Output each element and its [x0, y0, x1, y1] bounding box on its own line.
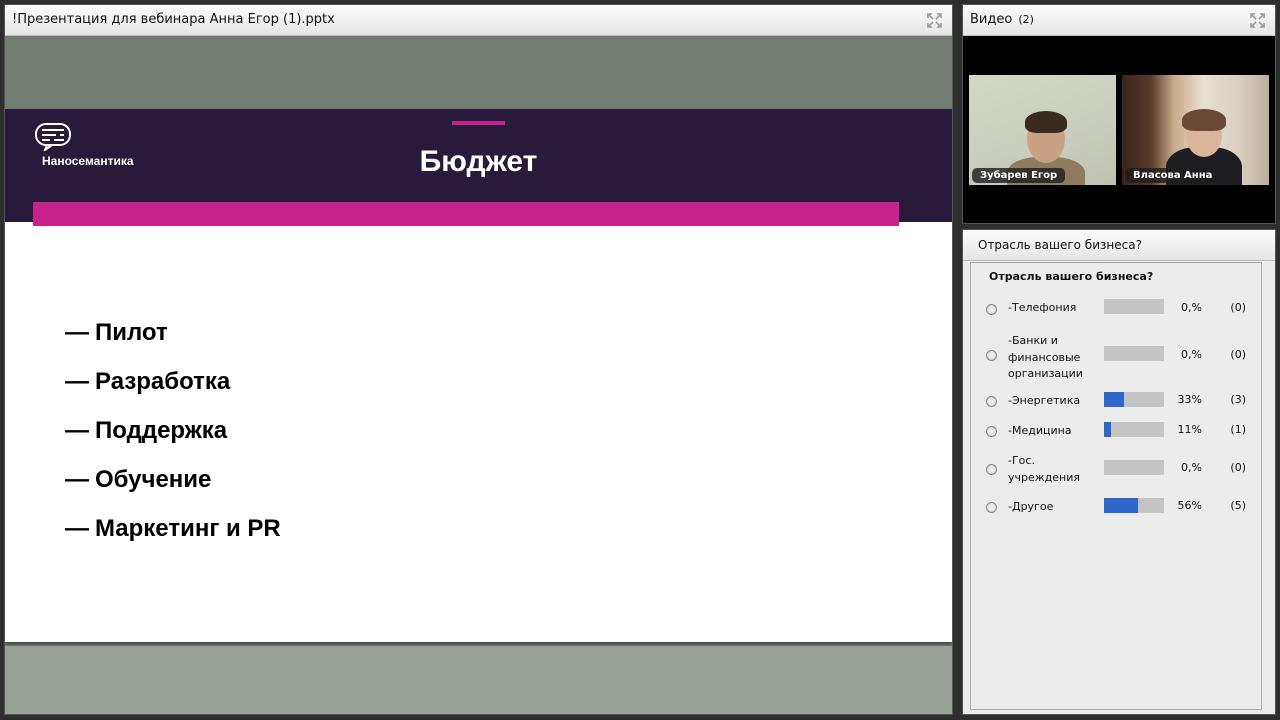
poll-count: (1): [1230, 423, 1246, 436]
poll-option-radio[interactable]: [986, 396, 997, 407]
slide: Наносемантика Бюджет — Пилот — Разработка …: [5, 109, 952, 642]
poll-panel: Отрасль вашего бизнеса? -Телефония 0,% (…: [970, 262, 1262, 710]
bullet-item: — Пилот: [65, 317, 281, 366]
poll-percent: 33%: [1177, 393, 1202, 406]
video-pod: Видео (2) Зубарев Егор Власова Анна: [962, 4, 1276, 224]
poll-result-fill: [1104, 498, 1138, 513]
poll-option-radio[interactable]: [986, 502, 997, 513]
presentation-pod: !Презентация для вебинара Анна Егор (1).…: [4, 4, 953, 715]
slide-title: Бюджет: [419, 145, 538, 178]
poll-option-label: -Телефония: [1008, 301, 1077, 314]
presentation-title: !Презентация для вебинара Анна Егор (1).…: [12, 12, 335, 27]
bullet-text: Разработка: [95, 368, 231, 395]
bullet-item: — Маркетинг и PR: [65, 513, 281, 562]
poll-result-bar: [1104, 498, 1164, 513]
poll-titlebar: Отрасль вашего бизнеса?: [963, 230, 1275, 261]
poll-pod: Отрасль вашего бизнеса? Отрасль вашего б…: [962, 229, 1276, 715]
poll-question: Отрасль вашего бизнеса?: [989, 270, 1154, 283]
presentation-titlebar: !Презентация для вебинара Анна Егор (1).…: [5, 5, 952, 36]
poll-percent: 0,%: [1181, 461, 1202, 474]
video-tile-2[interactable]: Власова Анна: [1122, 75, 1269, 185]
poll-count: (0): [1230, 301, 1246, 314]
stage-bottom-area: [5, 646, 952, 714]
bullet-item: — Обучение: [65, 464, 281, 513]
bullet-list: — Пилот — Разработка — Поддержка — Обучение …: [65, 317, 281, 562]
bullet-item: — Разработка: [65, 366, 281, 415]
fullscreen-icon[interactable]: [1250, 13, 1265, 28]
bullet-text: Поддержка: [95, 417, 228, 444]
bullet-text: Маркетинг и PR: [95, 515, 281, 542]
participant-name: Власова Анна: [1125, 168, 1221, 183]
bullet-dash: —: [65, 417, 89, 444]
bullet-dash: —: [65, 368, 89, 395]
poll-count: (3): [1230, 393, 1246, 406]
video-tile-1[interactable]: Зубарев Егор: [969, 75, 1116, 185]
bullet-item: — Поддержка: [65, 415, 281, 464]
poll-option-radio[interactable]: [986, 426, 997, 437]
poll-option-label: -Другое: [1008, 500, 1054, 513]
poll-option-radio[interactable]: [986, 304, 997, 315]
poll-count: (5): [1230, 499, 1246, 512]
poll-option-label: -Банки и финансовые организации: [1008, 334, 1083, 380]
poll-result-bar: [1104, 460, 1164, 475]
bullet-text: Обучение: [95, 466, 212, 493]
person-hair: [1182, 109, 1226, 131]
poll-percent: 56%: [1177, 499, 1202, 512]
poll-option-radio[interactable]: [986, 464, 997, 475]
poll-option-label: -Гос. учреждения: [1008, 454, 1080, 484]
video-titlebar: Видео (2): [963, 5, 1275, 36]
video-count: (2): [1018, 13, 1034, 26]
poll-result-bar: [1104, 392, 1164, 407]
poll-percent: 0,%: [1181, 348, 1202, 361]
person-hair: [1025, 111, 1067, 133]
poll-percent: 0,%: [1181, 301, 1202, 314]
poll-percent: 11%: [1177, 423, 1202, 436]
video-title: Видео: [970, 12, 1013, 27]
slide-accent-line: [452, 121, 505, 125]
bullet-dash: —: [65, 319, 89, 346]
bullet-text: Пилот: [95, 319, 168, 346]
slide-stage: Наносемантика Бюджет — Пилот — Разработка …: [5, 36, 952, 714]
poll-option-radio[interactable]: [986, 350, 997, 361]
poll-result-bar: [1104, 346, 1164, 361]
poll-result-fill: [1104, 392, 1124, 407]
poll-result-bar: [1104, 299, 1164, 314]
poll-count: (0): [1230, 348, 1246, 361]
bullet-dash: —: [65, 466, 89, 493]
fullscreen-icon[interactable]: [927, 13, 942, 28]
poll-option-label: -Энергетика: [1008, 394, 1081, 407]
participant-name: Зубарев Егор: [972, 168, 1066, 183]
poll-count: (0): [1230, 461, 1246, 474]
poll-option-label: -Медицина: [1008, 424, 1072, 437]
bullet-dash: —: [65, 515, 89, 542]
poll-result-bar: [1104, 422, 1164, 437]
poll-result-fill: [1104, 422, 1111, 437]
slide-pink-bar: [33, 202, 899, 226]
